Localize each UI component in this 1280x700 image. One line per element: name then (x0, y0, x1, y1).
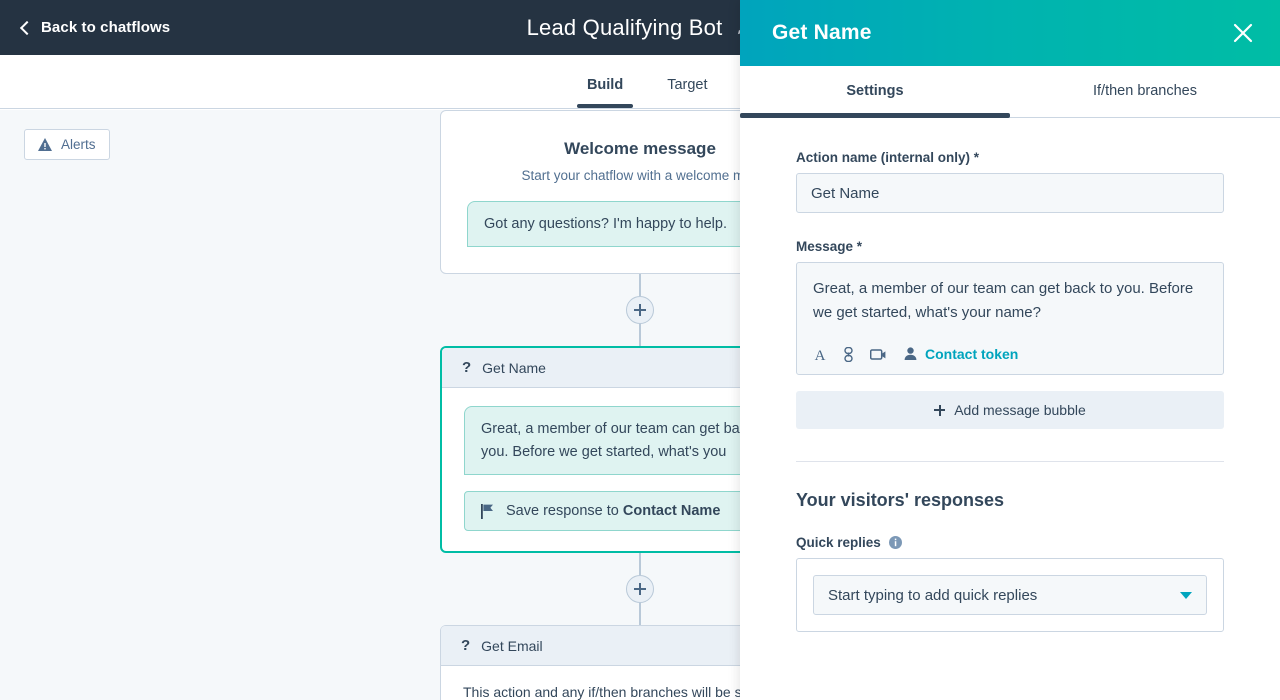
quick-replies-label: Quick replies (796, 535, 881, 551)
back-to-chatflows-label: Back to chatflows (41, 19, 171, 36)
quick-replies-label-row: Quick replies (796, 535, 1224, 550)
save-response-target: Contact Name (622, 503, 721, 520)
question-mark-icon: ? (461, 637, 471, 655)
question-mark-icon: ? (462, 359, 472, 377)
get-email-node-title: Get Email (481, 637, 543, 654)
message-field-group: Message * Great, a member of our team ca… (796, 239, 1224, 430)
chevron-down-icon (1180, 591, 1192, 599)
get-name-node-title: Get Name (482, 359, 546, 376)
chevron-left-icon (19, 20, 35, 35)
visitor-responses-section-title: Your visitors' responses (796, 490, 1005, 511)
add-node-button-1[interactable] (626, 296, 654, 325)
action-name-field-group: Action name (internal only) * Get Name (796, 150, 1224, 213)
quick-replies-select[interactable]: Start typing to add quick replies (813, 575, 1207, 616)
video-icon[interactable] (870, 348, 886, 361)
save-response-prefix: Save response to (506, 503, 623, 520)
flow-connector (639, 274, 641, 297)
add-message-bubble-button[interactable]: Add message bubble (796, 391, 1224, 430)
action-name-input[interactable]: Get Name (796, 173, 1224, 213)
flag-icon (481, 503, 493, 519)
back-to-chatflows-link[interactable]: Back to chatflows (19, 19, 171, 36)
plus-circle-icon (634, 304, 646, 317)
panel-title: Get Name (772, 21, 872, 44)
info-icon[interactable] (888, 536, 902, 550)
tab-build[interactable]: Build (565, 77, 645, 108)
panel-header: Get Name (740, 0, 1280, 66)
panel-tab-if-then-branches[interactable]: If/then branches (1010, 66, 1280, 117)
contact-token-button[interactable]: Contact token (904, 346, 1018, 362)
plus-icon (934, 404, 946, 416)
add-message-bubble-label: Add message bubble (954, 402, 1086, 419)
text-format-icon[interactable]: A (813, 347, 827, 362)
panel-tab-settings[interactable]: Settings (740, 66, 1010, 118)
flow-connector (639, 553, 641, 576)
flow-connector (639, 603, 641, 626)
alerts-label: Alerts (61, 137, 96, 152)
flow-connector (639, 324, 641, 347)
plus-circle-icon (634, 583, 646, 596)
add-node-button-2[interactable] (626, 575, 654, 604)
warning-triangle-icon (38, 138, 52, 151)
close-icon[interactable] (1232, 22, 1254, 44)
action-settings-panel: Get Name Settings If/then branches Actio… (740, 0, 1280, 700)
panel-body: Action name (internal only) * Get Name M… (740, 118, 1280, 700)
message-editor[interactable]: Great, a member of our team can get back… (796, 262, 1224, 376)
section-divider (796, 461, 1224, 463)
message-text[interactable]: Great, a member of our team can get back… (813, 277, 1207, 324)
chatflow-editor-screen: Back to chatflows Lead Qualifying Bot Bu… (0, 0, 1280, 700)
action-name-label: Action name (internal only) * (796, 150, 980, 165)
message-label: Message * (796, 239, 863, 254)
message-toolbar: A Contact token (813, 346, 1207, 362)
contact-person-icon (904, 347, 917, 361)
get-name-save-response-text: Save response to Contact Name (506, 503, 720, 519)
svg-text:A: A (815, 348, 826, 362)
panel-tab-list: Settings If/then branches (740, 66, 1280, 118)
tab-target[interactable]: Target (645, 77, 729, 108)
quick-replies-placeholder: Start typing to add quick replies (828, 586, 1038, 604)
quick-replies-container: Start typing to add quick replies (796, 558, 1224, 633)
alerts-button[interactable]: Alerts (24, 129, 110, 160)
page-title: Lead Qualifying Bot (526, 14, 723, 40)
contact-token-label: Contact token (925, 346, 1019, 363)
link-icon[interactable] (843, 346, 854, 362)
